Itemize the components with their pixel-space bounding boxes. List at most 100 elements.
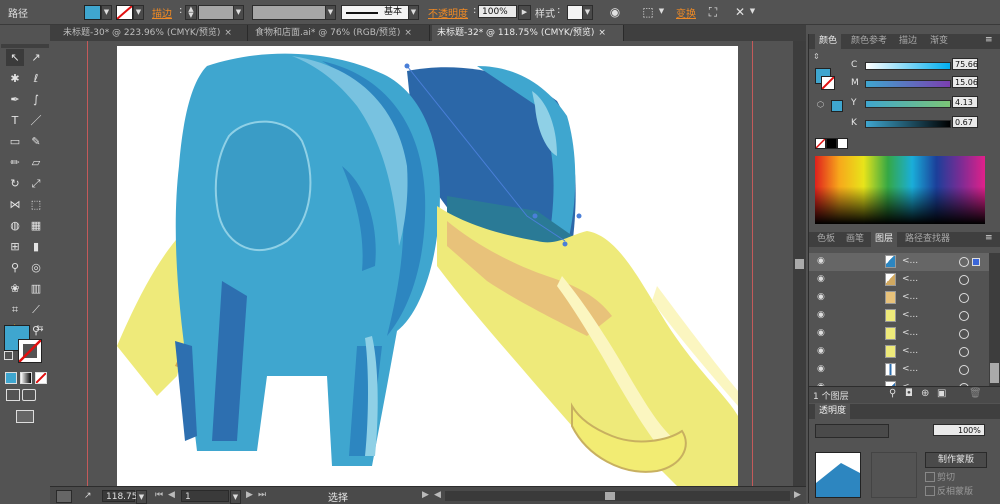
draw-normal-icon[interactable] [6, 389, 20, 401]
column-graph-tool-icon[interactable]: ▥ [27, 280, 45, 297]
blend-mode-select[interactable] [815, 424, 889, 438]
scroll-thumb[interactable] [795, 259, 804, 269]
stroke-weight-dropdown[interactable]: ▼ [233, 5, 244, 20]
panel-menu-icon[interactable]: ≡ [985, 35, 993, 45]
clip-checkbox[interactable] [925, 472, 935, 482]
next-artboard-button[interactable]: ▶ [246, 490, 253, 500]
artboard[interactable] [117, 46, 738, 486]
paintbrush-tool-icon[interactable]: ✎ [27, 133, 45, 150]
new-sublayer-icon[interactable]: ⊕ [921, 388, 929, 399]
recolor-artwork-icon[interactable]: ◉ [607, 4, 623, 20]
draw-behind-icon[interactable] [22, 389, 36, 401]
delete-layer-icon[interactable]: 🗑 [969, 388, 982, 399]
status-menu-arrow[interactable]: ▶ [422, 490, 429, 500]
target-circle-icon[interactable] [959, 257, 969, 267]
eye-icon[interactable]: ◉ [817, 257, 828, 266]
eye-icon[interactable]: ◉ [817, 275, 828, 284]
channel-c-slider[interactable] [865, 62, 951, 70]
tab-food-and-storefront[interactable]: 食物和店面.ai* @ 76% (RGB/预览) × [250, 25, 430, 41]
close-icon[interactable]: × [404, 28, 412, 38]
stroke-label[interactable]: 描边 [152, 5, 172, 20]
lasso-tool-icon[interactable]: ℓ [27, 70, 45, 87]
artboard-tool-icon[interactable]: ⌗ [6, 301, 24, 318]
channel-y-slider[interactable] [865, 100, 951, 108]
slice-tool-icon[interactable]: ⟋ [27, 301, 45, 318]
channel-m-value[interactable]: 15.06 [952, 76, 978, 88]
brush-dropdown[interactable]: ▼ [408, 5, 419, 20]
tab-layers[interactable]: 图层 [871, 232, 898, 247]
mesh-tool-icon[interactable]: ⊞ [6, 238, 24, 255]
close-icon[interactable]: × [598, 28, 606, 38]
gamut-swatch[interactable] [831, 100, 843, 112]
eye-icon[interactable]: ◉ [817, 329, 828, 338]
last-artboard-button[interactable]: ⏭ [258, 490, 266, 500]
target-circle-icon[interactable] [959, 365, 969, 375]
opacity-dropdown[interactable]: ▶ [518, 5, 531, 20]
artboard-dropdown[interactable]: ▼ [230, 490, 241, 504]
tab-untitled-30[interactable]: 未标题-30* @ 223.96% (CMYK/预览) × [58, 25, 248, 41]
eye-icon[interactable]: ◉ [817, 365, 828, 374]
magic-wand-tool-icon[interactable]: ✱ [6, 70, 24, 87]
make-clipping-mask-icon[interactable]: ◘ [905, 388, 913, 399]
tools-panel-grip[interactable] [1, 44, 49, 48]
selection-tool-icon[interactable]: ↖ [6, 49, 24, 66]
white-swatch[interactable] [837, 138, 848, 149]
channel-c-value[interactable]: 75.66 [952, 58, 978, 70]
close-icon[interactable]: × [224, 28, 232, 38]
opacity-field[interactable]: 100% [478, 5, 517, 18]
zoom-dropdown[interactable]: ▼ [136, 490, 147, 504]
transparency-opacity-field[interactable]: 100% [933, 424, 985, 436]
layer-name[interactable]: <... [902, 364, 918, 374]
tab-brushes[interactable]: 画笔 [842, 232, 868, 247]
stroke-swatch[interactable] [18, 339, 42, 363]
eye-icon[interactable]: ◉ [817, 293, 828, 302]
tab-swatches[interactable]: 色板 [813, 232, 839, 247]
screen-mode-icon[interactable] [16, 410, 34, 423]
elephant-slide-artwork[interactable] [117, 46, 738, 486]
eraser-tool-icon[interactable]: ▱ [27, 154, 45, 171]
make-mask-button[interactable]: 制作蒙版 [925, 452, 987, 468]
more-options-dropdown[interactable]: ▼ [748, 5, 757, 18]
layer-name[interactable]: <... [902, 346, 918, 356]
eye-icon[interactable]: ◉ [817, 311, 828, 320]
stroke-weight-stepper[interactable]: ▲ ▼ [185, 5, 197, 20]
selected-square-icon[interactable] [972, 258, 980, 266]
hscroll-left-arrow[interactable]: ◀ [434, 490, 441, 500]
layer-name[interactable]: <... [902, 310, 918, 320]
layer-row[interactable]: ◉ <... [809, 271, 989, 290]
none-swatch[interactable] [815, 138, 826, 149]
prev-artboard-button[interactable]: ◀ [168, 490, 175, 500]
gradient-mode-icon[interactable] [20, 372, 32, 384]
layer-row[interactable]: ◉ <... [809, 325, 989, 344]
invert-mask-checkbox[interactable] [925, 486, 935, 496]
horizontal-scrollbar[interactable] [445, 491, 790, 501]
channel-y-value[interactable]: 4.13 [952, 96, 978, 108]
resize-handle-icon[interactable] [56, 490, 72, 503]
target-circle-icon[interactable] [959, 347, 969, 357]
share-icon[interactable]: ↗ [84, 491, 96, 501]
color-mode-icon[interactable] [5, 372, 17, 384]
blend-tool-icon[interactable]: ◎ [27, 259, 45, 276]
color-spectrum[interactable] [815, 156, 985, 224]
target-circle-icon[interactable] [959, 293, 969, 303]
scale-tool-icon[interactable]: ⤢ [27, 175, 45, 192]
align-dropdown[interactable]: ▼ [657, 5, 666, 18]
stroke-color-swatch[interactable] [116, 5, 133, 20]
symbol-sprayer-tool-icon[interactable]: ❀ [6, 280, 24, 297]
layer-row[interactable]: ◉ <... [809, 361, 989, 380]
layer-name[interactable]: <... [902, 292, 918, 302]
channel-k-slider[interactable] [865, 120, 951, 128]
curvature-tool-icon[interactable]: ∫ [27, 91, 45, 108]
shape-builder-tool-icon[interactable]: ◍ [6, 217, 24, 234]
layer-row[interactable]: ◉ <... [809, 343, 989, 362]
none-mode-icon[interactable] [35, 372, 47, 384]
variable-width-profile[interactable] [252, 5, 326, 20]
align-to-icon[interactable]: ⬚ [640, 4, 656, 20]
more-options-icon[interactable]: ✕ [732, 4, 748, 20]
profile-dropdown[interactable]: ▼ [325, 5, 336, 20]
mask-thumbnail[interactable] [871, 452, 917, 498]
panel-options-icon[interactable]: ⇕ [813, 52, 820, 61]
width-tool-icon[interactable]: ⋈ [6, 196, 24, 213]
layer-row[interactable]: ◉ <... [809, 253, 989, 272]
channel-k-value[interactable]: 0.67 [952, 116, 978, 128]
